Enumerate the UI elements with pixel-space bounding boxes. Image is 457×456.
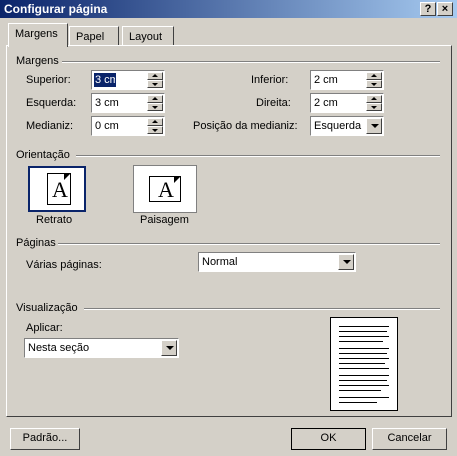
inferior-spinner[interactable] (310, 70, 384, 90)
inferior-input[interactable] (313, 73, 367, 87)
direita-label: Direita: (256, 97, 291, 109)
posicao-medianiz-dropdown-button[interactable] (366, 118, 382, 134)
posicao-medianiz-label: Posição da medianiz: (193, 120, 298, 132)
esquerda-down-button[interactable] (147, 103, 163, 111)
apply-value: Nesta seção (28, 342, 90, 354)
superior-input[interactable] (94, 73, 116, 87)
portrait-letter: A (52, 177, 68, 202)
page-preview (330, 317, 398, 411)
preview-line (339, 385, 389, 386)
inferior-up-button[interactable] (366, 72, 382, 80)
help-button[interactable]: ? (420, 2, 436, 16)
inferior-down-button[interactable] (366, 80, 382, 88)
apply-select[interactable]: Nesta seção (24, 338, 179, 358)
direita-up-button[interactable] (366, 95, 382, 103)
preview-line (339, 348, 389, 349)
apply-label: Aplicar: (26, 322, 63, 334)
arrow-down-icon (371, 106, 377, 109)
direita-down-button[interactable] (366, 103, 382, 111)
default-button-label: Padrão... (22, 432, 68, 444)
superior-up-button[interactable] (147, 72, 163, 80)
landscape-letter: A (158, 177, 174, 202)
tab-layout-label: Layout (129, 31, 163, 43)
preview-line (339, 380, 387, 381)
medianiz-input[interactable] (94, 119, 148, 133)
superior-label: Superior: (26, 74, 71, 86)
page-fold-icon (174, 176, 181, 183)
ok-button-label: OK (320, 432, 337, 444)
arrow-down-icon (152, 83, 158, 86)
close-icon: × (441, 3, 449, 15)
cancel-button-label: Cancelar (387, 432, 432, 444)
multiple-pages-dropdown-button[interactable] (338, 254, 354, 270)
arrow-up-icon (152, 74, 158, 77)
close-button[interactable]: × (437, 2, 453, 16)
direita-input[interactable] (313, 96, 367, 110)
medianiz-label: Medianiz: (26, 120, 74, 132)
esquerda-label: Esquerda: (26, 97, 77, 109)
apply-dropdown-button[interactable] (161, 340, 177, 356)
orientation-section-label: Orientação (16, 149, 70, 161)
tab-layout[interactable]: Layout (122, 26, 174, 46)
preview-line (339, 397, 389, 398)
preview-line (339, 326, 389, 327)
pages-divider (58, 243, 440, 245)
cancel-button[interactable]: Cancelar (372, 428, 447, 450)
esquerda-spinner[interactable] (91, 93, 165, 113)
arrow-down-icon (152, 129, 158, 132)
preview-line (339, 363, 385, 364)
inferior-label: Inferior: (251, 74, 289, 86)
margins-section-label: Margens (16, 55, 59, 67)
arrow-up-icon (371, 74, 377, 77)
superior-spinner[interactable] (91, 70, 165, 90)
arrow-up-icon (152, 120, 158, 123)
landscape-option[interactable]: A (133, 165, 197, 213)
preview-line (339, 331, 387, 332)
preview-section-label: Visualização (16, 302, 78, 314)
medianiz-up-button[interactable] (147, 118, 163, 126)
multiple-pages-select[interactable]: Normal (198, 252, 356, 272)
chevron-down-icon (343, 260, 351, 264)
margins-divider (62, 61, 440, 63)
preview-line (339, 341, 383, 342)
preview-line (339, 353, 387, 354)
tab-papel-label: Papel (76, 31, 105, 43)
tab-papel[interactable]: Papel (69, 26, 119, 46)
arrow-down-icon (371, 83, 377, 86)
arrow-up-icon (152, 97, 158, 100)
landscape-label: Paisagem (140, 214, 189, 226)
esquerda-input[interactable] (94, 96, 148, 110)
multiple-pages-value: Normal (202, 256, 238, 268)
portrait-option[interactable]: A (28, 166, 86, 212)
arrow-down-icon (152, 106, 158, 109)
tab-margens[interactable]: Margens (8, 23, 68, 47)
direita-spinner[interactable] (310, 93, 384, 113)
preview-line (339, 368, 389, 369)
pages-section-label: Páginas (16, 237, 56, 249)
portrait-page-icon: A (47, 173, 71, 205)
tab-margens-label: Margens (15, 28, 58, 40)
preview-line (339, 375, 389, 376)
preview-line (339, 402, 377, 403)
window-title: Configurar página (4, 2, 108, 16)
orientation-divider (76, 155, 440, 157)
portrait-label: Retrato (36, 214, 73, 226)
preview-divider (84, 308, 440, 310)
esquerda-up-button[interactable] (147, 95, 163, 103)
preview-line (339, 336, 389, 337)
multiple-pages-label: Várias páginas: (26, 259, 102, 271)
arrow-up-icon (371, 97, 377, 100)
medianiz-spinner[interactable] (91, 116, 165, 136)
chevron-down-icon (371, 124, 379, 128)
default-button[interactable]: Padrão... (10, 428, 80, 450)
ok-button[interactable]: OK (291, 428, 366, 450)
preview-line (339, 390, 381, 391)
superior-down-button[interactable] (147, 80, 163, 88)
landscape-page-icon: A (149, 176, 181, 202)
preview-line (339, 358, 389, 359)
posicao-medianiz-value: Esquerda (314, 120, 362, 132)
posicao-medianiz-select[interactable]: Esquerda (310, 116, 384, 136)
medianiz-down-button[interactable] (147, 126, 163, 134)
chevron-down-icon (166, 346, 174, 350)
